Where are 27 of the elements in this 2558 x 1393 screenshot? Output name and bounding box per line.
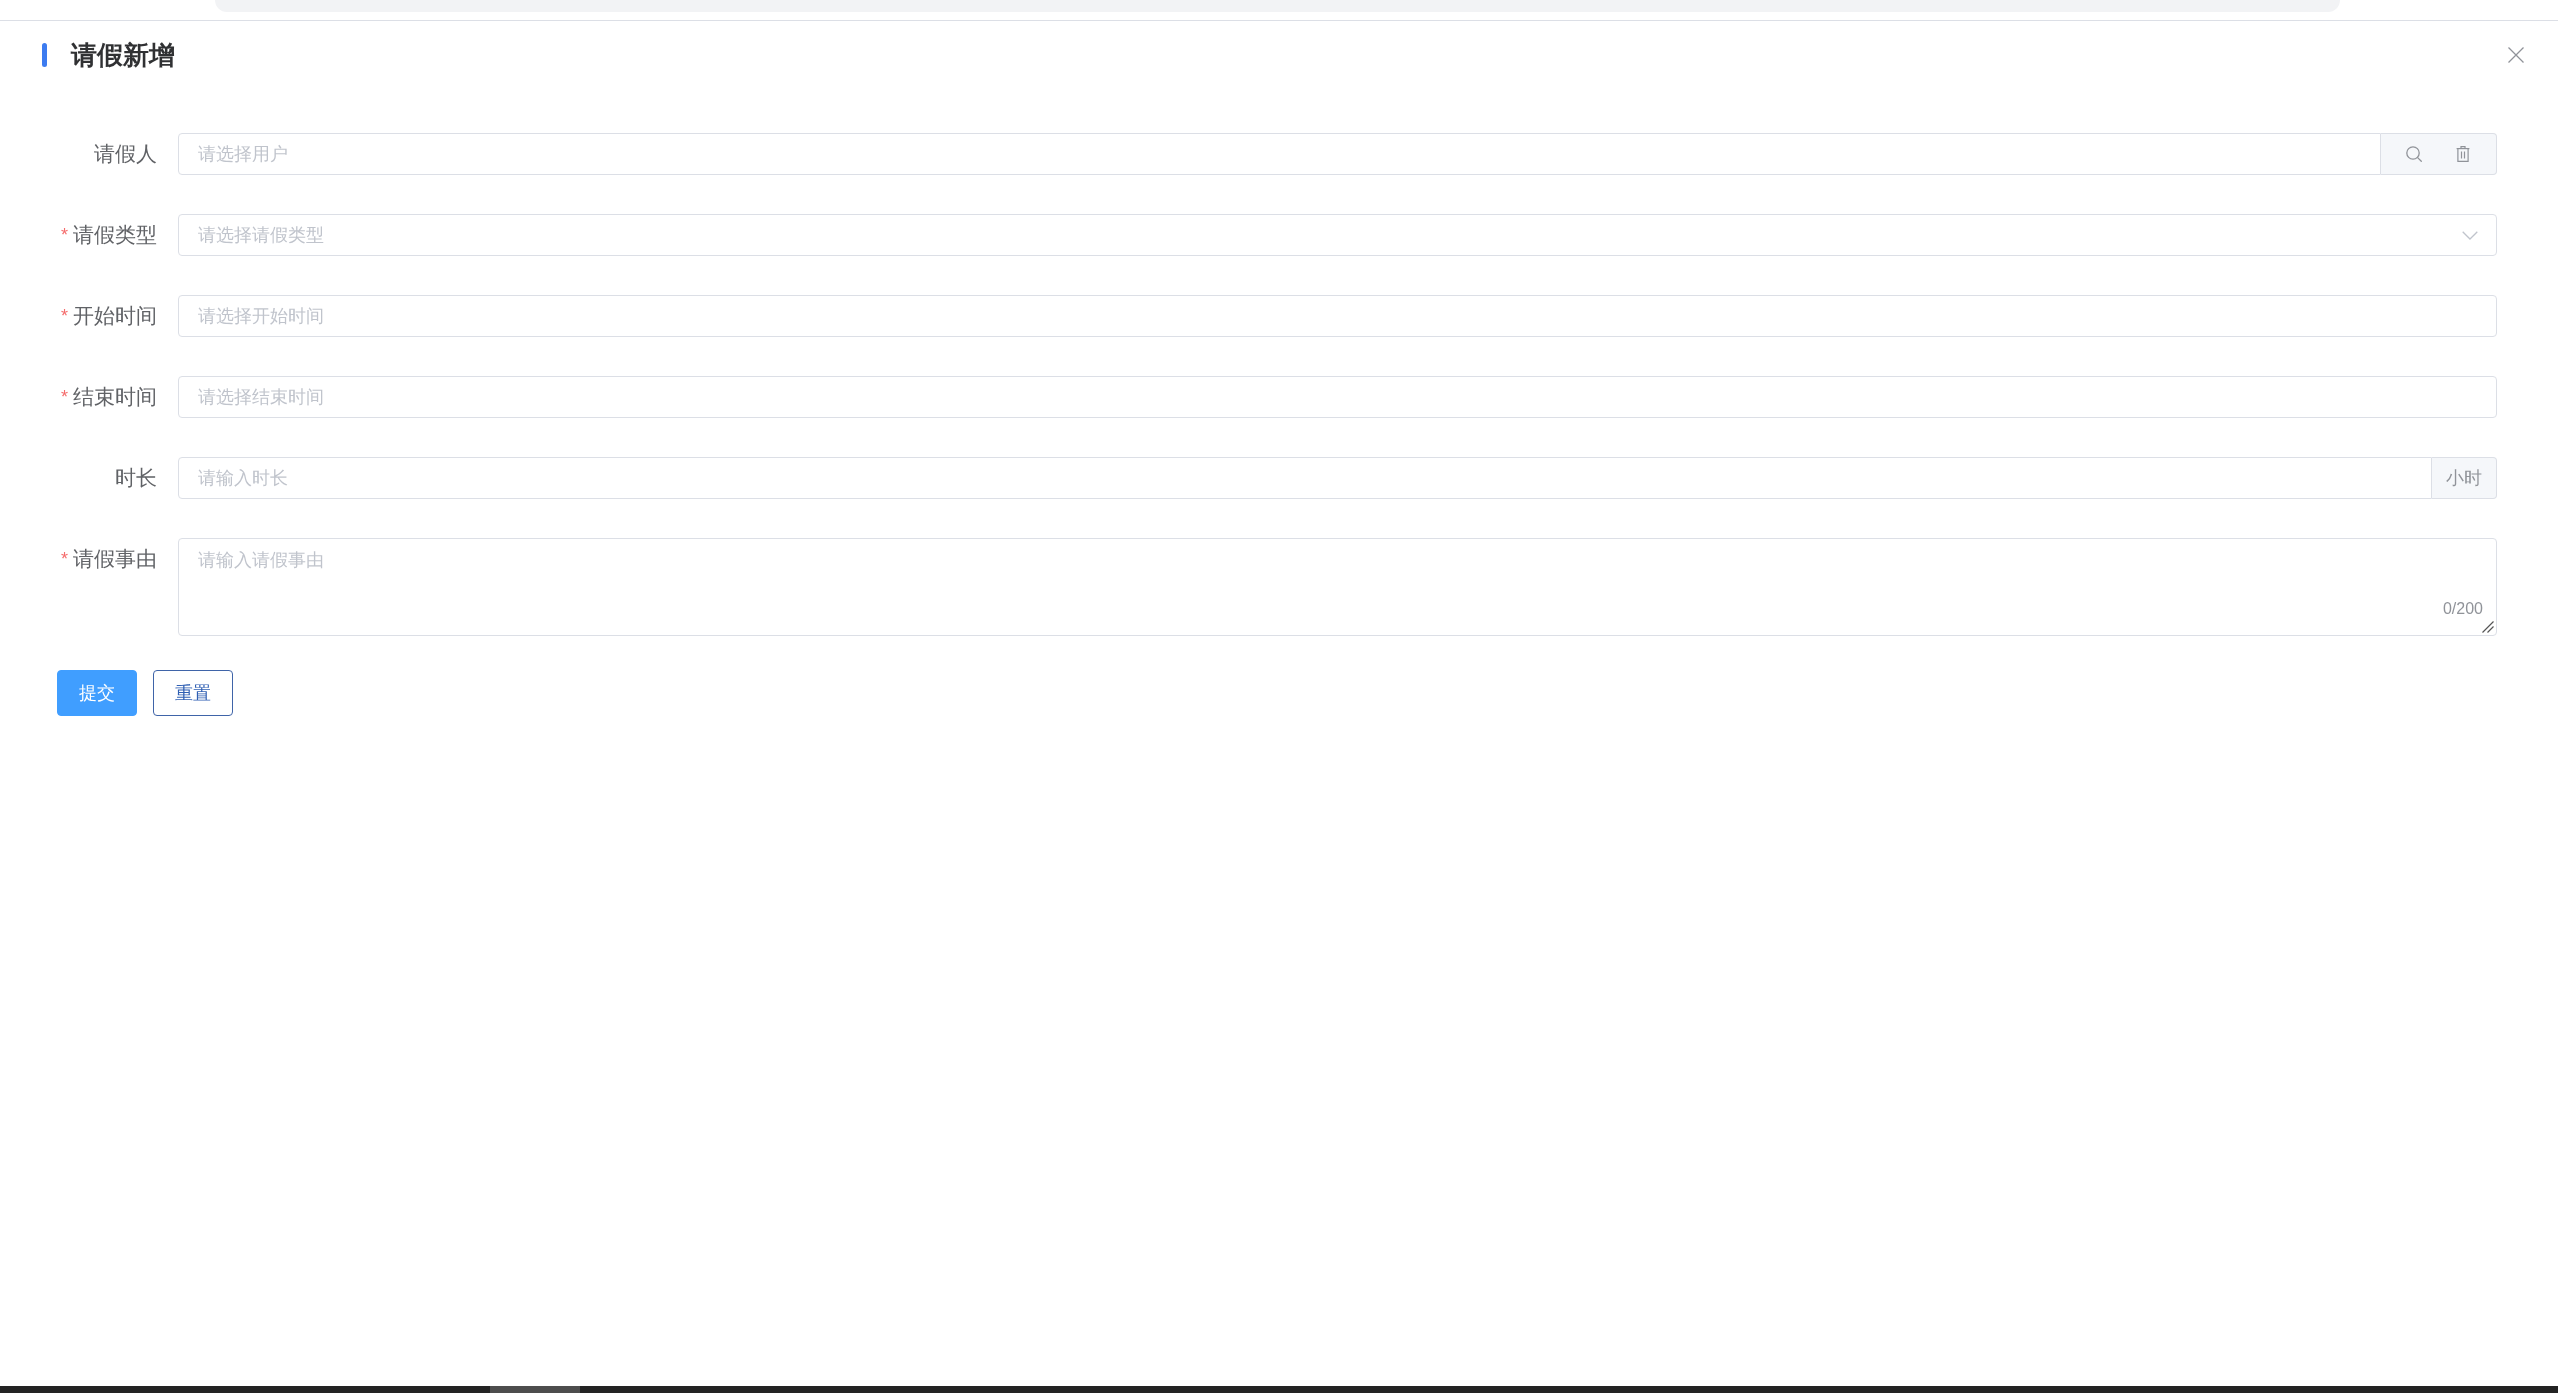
number-field[interactable]: 请输入时长 bbox=[178, 457, 2432, 499]
select-field[interactable]: 请选择请假类型 bbox=[178, 214, 2497, 256]
field-label: 请假事由 bbox=[73, 546, 157, 573]
unit-addon: 小时 bbox=[2432, 457, 2497, 499]
dialog-title: 请假新增 bbox=[71, 41, 175, 69]
close-button[interactable] bbox=[2508, 47, 2524, 63]
required-mark: * bbox=[61, 304, 68, 328]
field-label: 开始时间 bbox=[73, 303, 157, 330]
required-mark: * bbox=[61, 547, 68, 571]
field-label: 结束时间 bbox=[73, 384, 157, 411]
scrollbar-thumb[interactable] bbox=[490, 1386, 580, 1393]
date-field[interactable]: 请选择开始时间 bbox=[178, 295, 2497, 337]
field-label: 请假类型 bbox=[73, 222, 157, 249]
required-mark: * bbox=[61, 223, 68, 247]
chevron-down-icon bbox=[2462, 231, 2478, 240]
field-label: 请假人 bbox=[94, 141, 157, 168]
trash-icon bbox=[2456, 146, 2471, 162]
close-icon bbox=[2508, 47, 2524, 63]
date-field[interactable]: 请选择结束时间 bbox=[178, 376, 2497, 418]
user-field[interactable]: 请选择用户 bbox=[178, 133, 2381, 175]
search-icon bbox=[2405, 146, 2422, 162]
horizontal-scrollbar[interactable] bbox=[0, 1386, 2558, 1393]
required-mark: * bbox=[61, 385, 68, 409]
vertical-bar-icon bbox=[42, 43, 47, 67]
reset-button[interactable]: 重置 bbox=[153, 670, 233, 716]
resize-handle-icon[interactable] bbox=[2482, 621, 2494, 633]
field-label: 时长 bbox=[115, 465, 157, 492]
